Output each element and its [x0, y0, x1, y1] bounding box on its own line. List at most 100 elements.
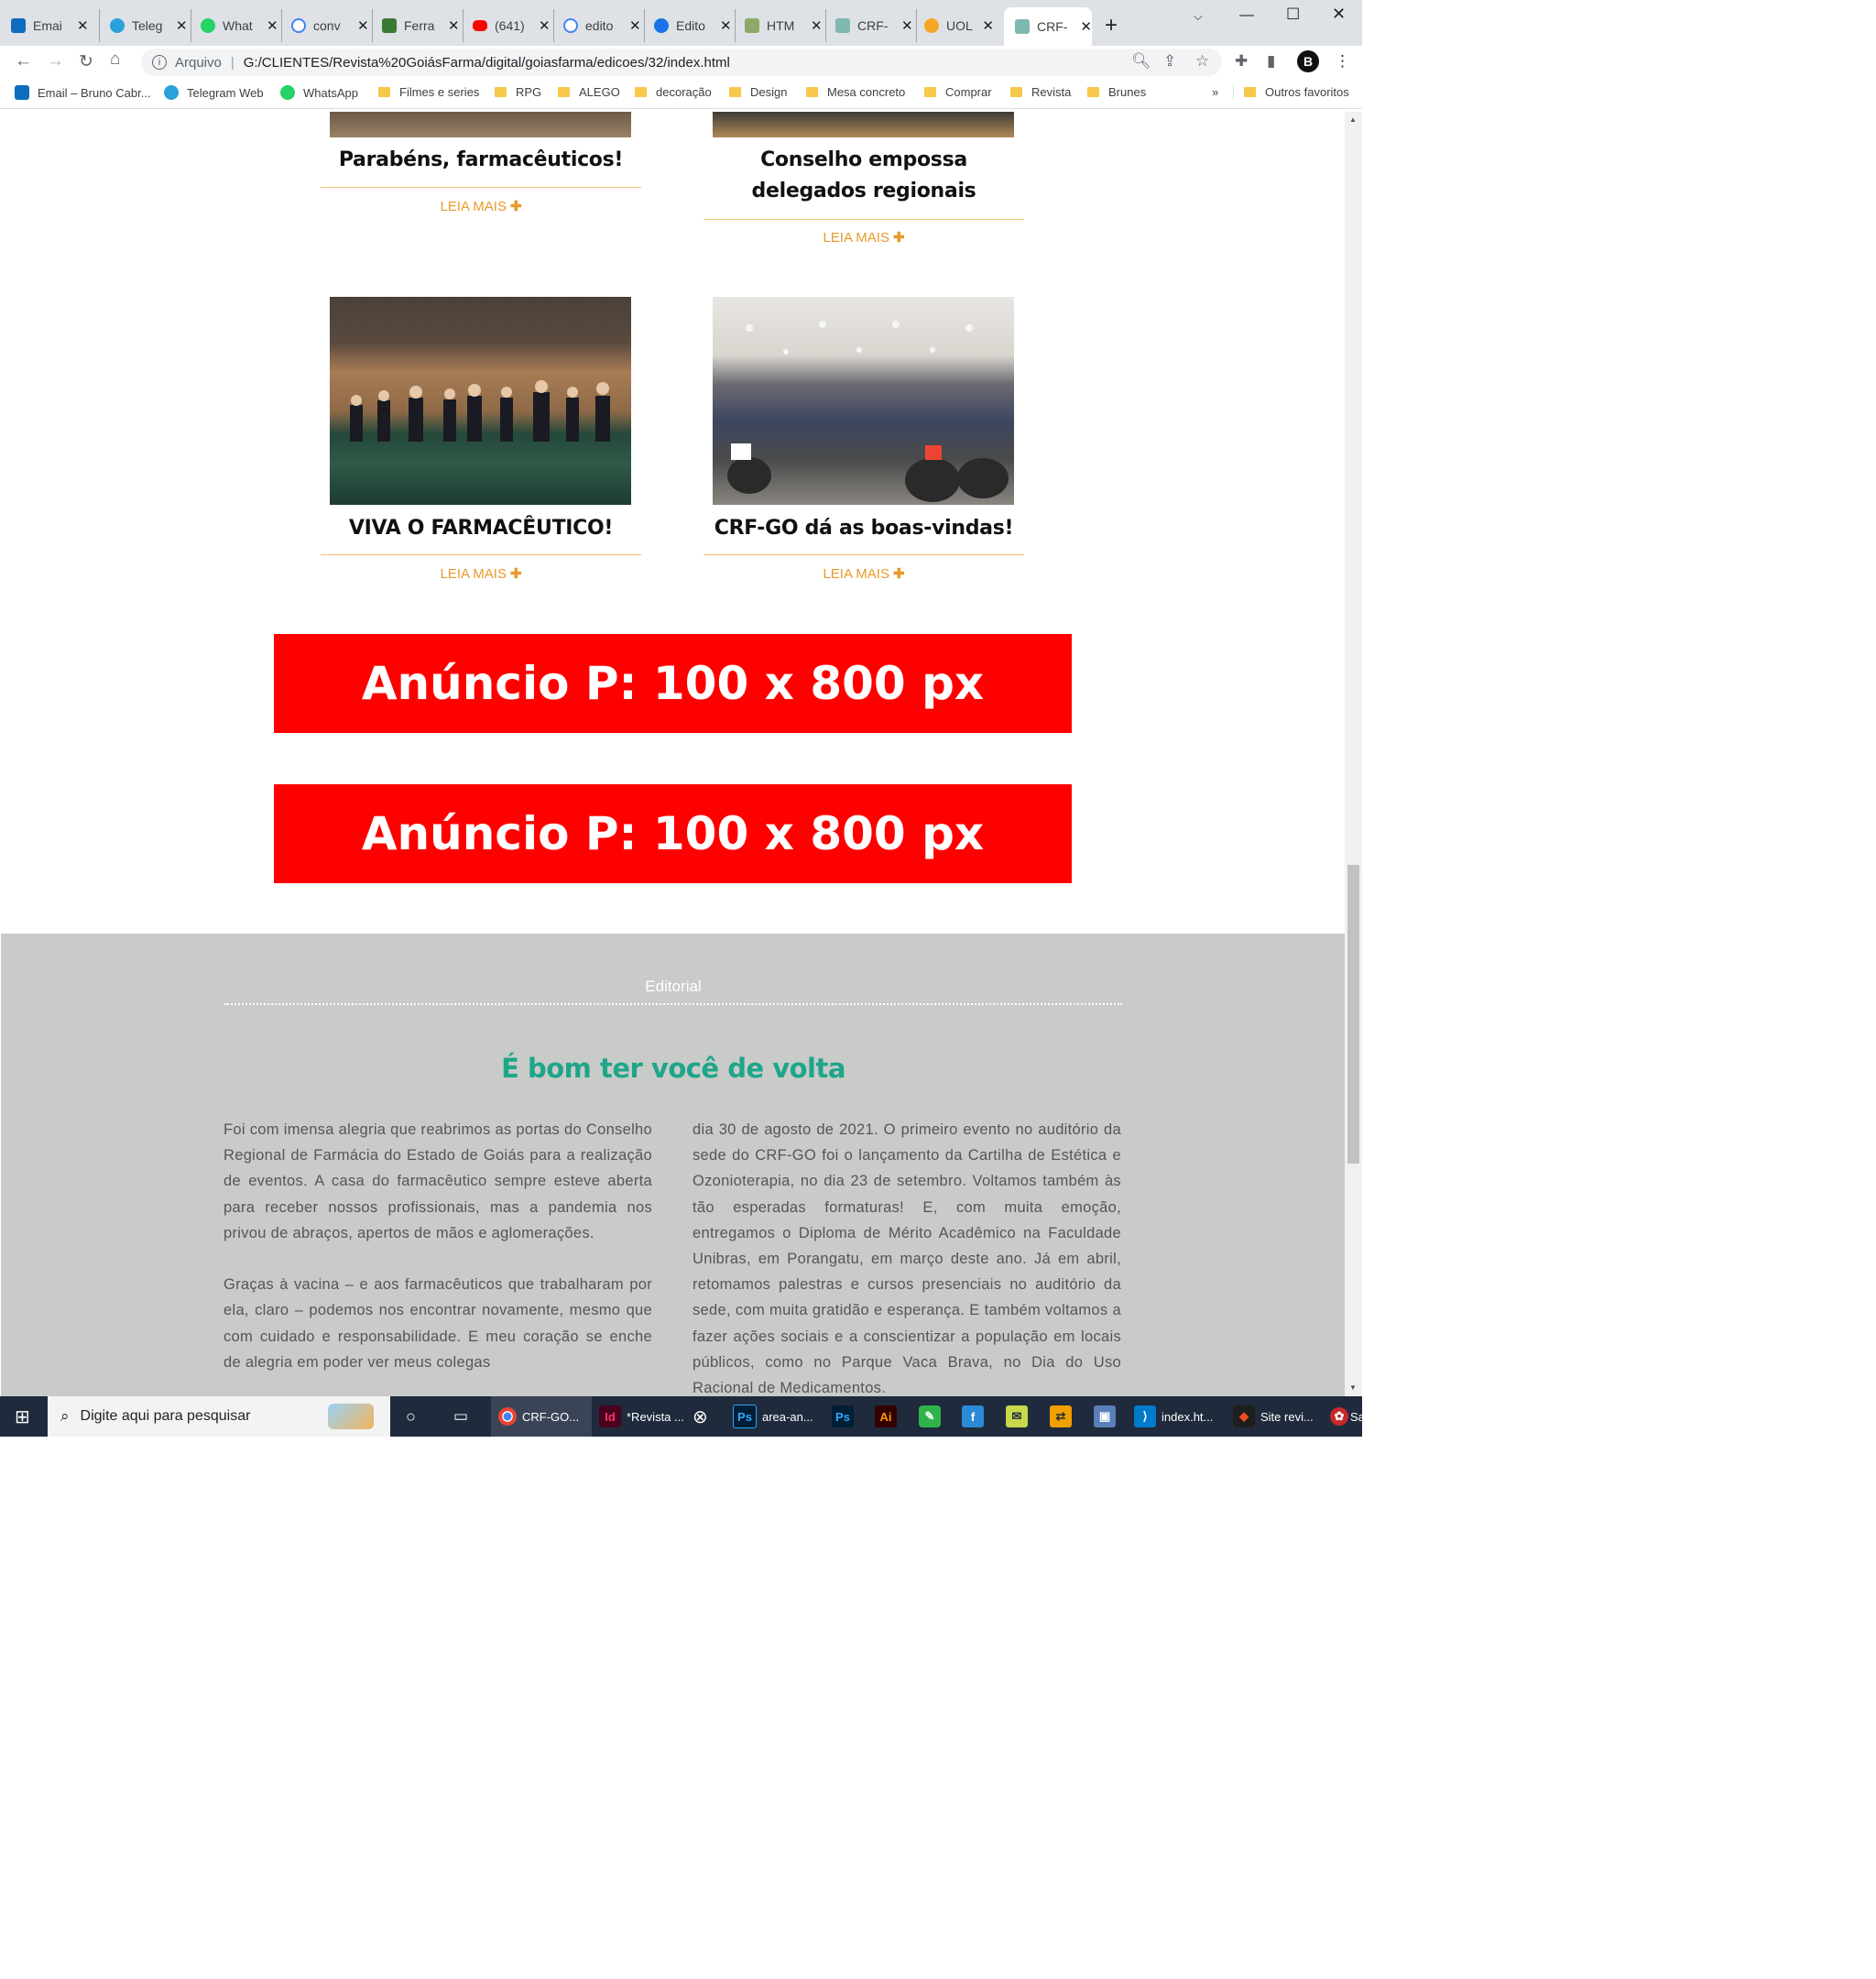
taskbar-app-filezilla[interactable]: f — [962, 1396, 989, 1437]
scroll-down-icon[interactable]: ▼ — [1349, 1383, 1357, 1392]
task-view-icon[interactable]: ▭ — [453, 1396, 468, 1437]
bookmark-comprar[interactable]: Comprar — [924, 85, 992, 99]
bookmark-whatsapp[interactable]: WhatsApp — [280, 85, 358, 100]
vscode-icon: ⟩ — [1134, 1405, 1156, 1427]
ad-banner[interactable]: Anúncio P: 100 x 800 px — [274, 784, 1072, 883]
tab-ferramentas[interactable]: Ferra ✕ — [382, 9, 464, 42]
taskbar-app-mail[interactable]: ✉ — [1006, 1396, 1033, 1437]
weather-widget-icon[interactable] — [328, 1404, 374, 1429]
tab-google-conv[interactable]: conv ✕ — [291, 9, 373, 42]
zoom-icon[interactable]: 🔍︎ — [1131, 52, 1151, 71]
card-title[interactable]: CRF-GO dá as boas-vindas! — [704, 513, 1024, 544]
bookmark-email[interactable]: Email – Bruno Cabr... — [15, 85, 151, 100]
taskbar-app-remote[interactable]: ▣ — [1094, 1396, 1121, 1437]
bookmark-mesa-concreto[interactable]: Mesa concreto — [806, 85, 905, 99]
minimize-icon[interactable]: — — [1239, 7, 1254, 24]
scroll-up-icon[interactable]: ▲ — [1349, 115, 1357, 124]
profile-avatar[interactable]: B — [1297, 50, 1319, 72]
other-bookmarks[interactable]: Outros favoritos — [1233, 85, 1349, 99]
bookmarks-overflow-button[interactable]: » — [1212, 85, 1218, 99]
close-tab-icon[interactable]: ✕ — [982, 17, 994, 34]
card-title[interactable]: VIVA O FARMACÊUTICO! — [321, 513, 641, 544]
close-tab-icon[interactable]: ✕ — [629, 17, 641, 34]
card-image[interactable] — [713, 112, 1014, 137]
bookmark-alego[interactable]: ALEGO — [558, 85, 620, 99]
tab-google-editor[interactable]: edito ✕ — [563, 9, 645, 42]
read-more-link[interactable]: LEIA MAIS ✚ — [704, 229, 1024, 246]
bookmark-revista[interactable]: Revista — [1010, 85, 1071, 99]
menu-icon[interactable]: ⋮ — [1335, 52, 1350, 71]
plus-icon: ✚ — [509, 199, 522, 214]
taskbar-app-green[interactable]: ✎ — [919, 1396, 946, 1437]
card-image[interactable] — [713, 297, 1014, 505]
tab-html[interactable]: HTM ✕ — [745, 9, 826, 42]
tab-uol[interactable]: UOL ✕ — [924, 9, 994, 42]
url-text[interactable]: G:/CLIENTES/Revista%20GoiásFarma/digital… — [244, 55, 730, 71]
whatsapp-icon — [201, 18, 215, 33]
taskbar-app-photoshop[interactable]: Ps area-an... — [733, 1396, 824, 1437]
folder-icon — [924, 87, 936, 97]
taskbar-app-chrome[interactable]: CRF-GO... — [491, 1396, 592, 1437]
card-image[interactable] — [330, 112, 631, 137]
card-image[interactable] — [330, 297, 631, 505]
back-icon[interactable]: ← — [15, 51, 32, 71]
bookmark-design[interactable]: Design — [729, 85, 787, 99]
side-panel-icon[interactable]: ▮ — [1267, 52, 1275, 71]
close-tab-icon[interactable]: ✕ — [901, 17, 913, 34]
close-tab-icon[interactable]: ✕ — [176, 17, 188, 34]
read-more-link[interactable]: LEIA MAIS ✚ — [321, 565, 641, 582]
card-title[interactable]: Conselho empossa delegados regionais — [704, 145, 1024, 207]
tab-youtube[interactable]: (641) ✕ — [473, 9, 554, 42]
youtube-icon — [473, 20, 487, 31]
close-tab-icon[interactable]: ✕ — [77, 17, 89, 34]
close-window-icon[interactable]: ✕ — [1332, 5, 1346, 24]
bookmark-brunes[interactable]: Brunes — [1087, 85, 1146, 99]
extensions-icon[interactable]: ✚ — [1235, 52, 1248, 71]
new-tab-button[interactable]: + — [1105, 13, 1118, 38]
tab-editor[interactable]: Edito ✕ — [654, 9, 736, 42]
home-icon[interactable]: ⌂ — [110, 49, 120, 70]
close-tab-icon[interactable]: ✕ — [357, 17, 369, 34]
taskbar-app-indesign[interactable]: Id *Revista ... — [595, 1396, 698, 1437]
share-icon[interactable]: ⇪ — [1163, 52, 1176, 71]
card-title[interactable]: Parabéns, farmacêuticos! — [321, 145, 641, 176]
info-icon[interactable]: i — [152, 55, 167, 70]
scrollbar-thumb[interactable] — [1347, 865, 1359, 1164]
windows-start-icon[interactable]: ⊞ — [15, 1396, 30, 1437]
taskbar-app-last[interactable]: ✿ Sa — [1330, 1396, 1365, 1437]
tab-whatsapp[interactable]: What ✕ — [201, 9, 282, 42]
taskbar-illustrator[interactable]: Ai — [875, 1396, 902, 1437]
taskbar-photoshop-pinned[interactable]: Ps — [832, 1396, 859, 1437]
cortana-icon[interactable]: ○ — [406, 1396, 416, 1437]
taskbar-app-vscode[interactable]: ⟩ index.ht... — [1134, 1396, 1226, 1437]
taskbar-app-network[interactable]: ⇄ — [1050, 1396, 1077, 1437]
bookmark-filmes[interactable]: Filmes e series — [378, 85, 479, 99]
reload-icon[interactable]: ↻ — [79, 51, 93, 72]
read-more-link[interactable]: LEIA MAIS ✚ — [321, 198, 641, 214]
bookmark-decoracao[interactable]: decoração — [635, 85, 712, 99]
bookmark-star-icon[interactable]: ☆ — [1195, 52, 1209, 71]
close-tab-icon[interactable]: ✕ — [811, 17, 823, 34]
taskbar-search[interactable]: ⌕ Digite aqui para pesquisar — [48, 1396, 390, 1437]
tab-crf[interactable]: CRF- ✕ — [835, 9, 917, 42]
tab-telegram[interactable]: Teleg ✕ — [110, 9, 191, 42]
bookmark-telegram[interactable]: Telegram Web — [164, 85, 264, 100]
close-tab-icon[interactable]: ✕ — [448, 17, 460, 34]
page-scrollbar[interactable]: ▲ ▼ — [1345, 112, 1362, 1396]
address-bar[interactable]: i Arquivo | G:/CLIENTES/Revista%20GoiásF… — [141, 49, 1222, 76]
maximize-icon[interactable]: ☐ — [1286, 5, 1300, 24]
folder-icon — [495, 87, 507, 97]
tab-search-icon[interactable]: ⌵ — [1194, 9, 1203, 24]
bookmark-rpg[interactable]: RPG — [495, 85, 541, 99]
forward-icon[interactable]: → — [47, 51, 64, 71]
close-tab-icon[interactable]: ✕ — [720, 17, 732, 34]
close-tab-icon[interactable]: ✕ — [1080, 18, 1092, 35]
tab-email[interactable]: Emai ✕ — [11, 9, 100, 42]
close-tab-icon[interactable]: ✕ — [539, 17, 551, 34]
tab-crf-active[interactable]: CRF- ✕ — [1004, 7, 1092, 46]
xbox-icon[interactable]: ⊗ — [693, 1396, 708, 1437]
taskbar-app-figma[interactable]: ◆ Site revi... — [1233, 1396, 1325, 1437]
close-tab-icon[interactable]: ✕ — [267, 17, 278, 34]
read-more-link[interactable]: LEIA MAIS ✚ — [704, 565, 1024, 582]
ad-banner[interactable]: Anúncio P: 100 x 800 px — [274, 634, 1072, 733]
